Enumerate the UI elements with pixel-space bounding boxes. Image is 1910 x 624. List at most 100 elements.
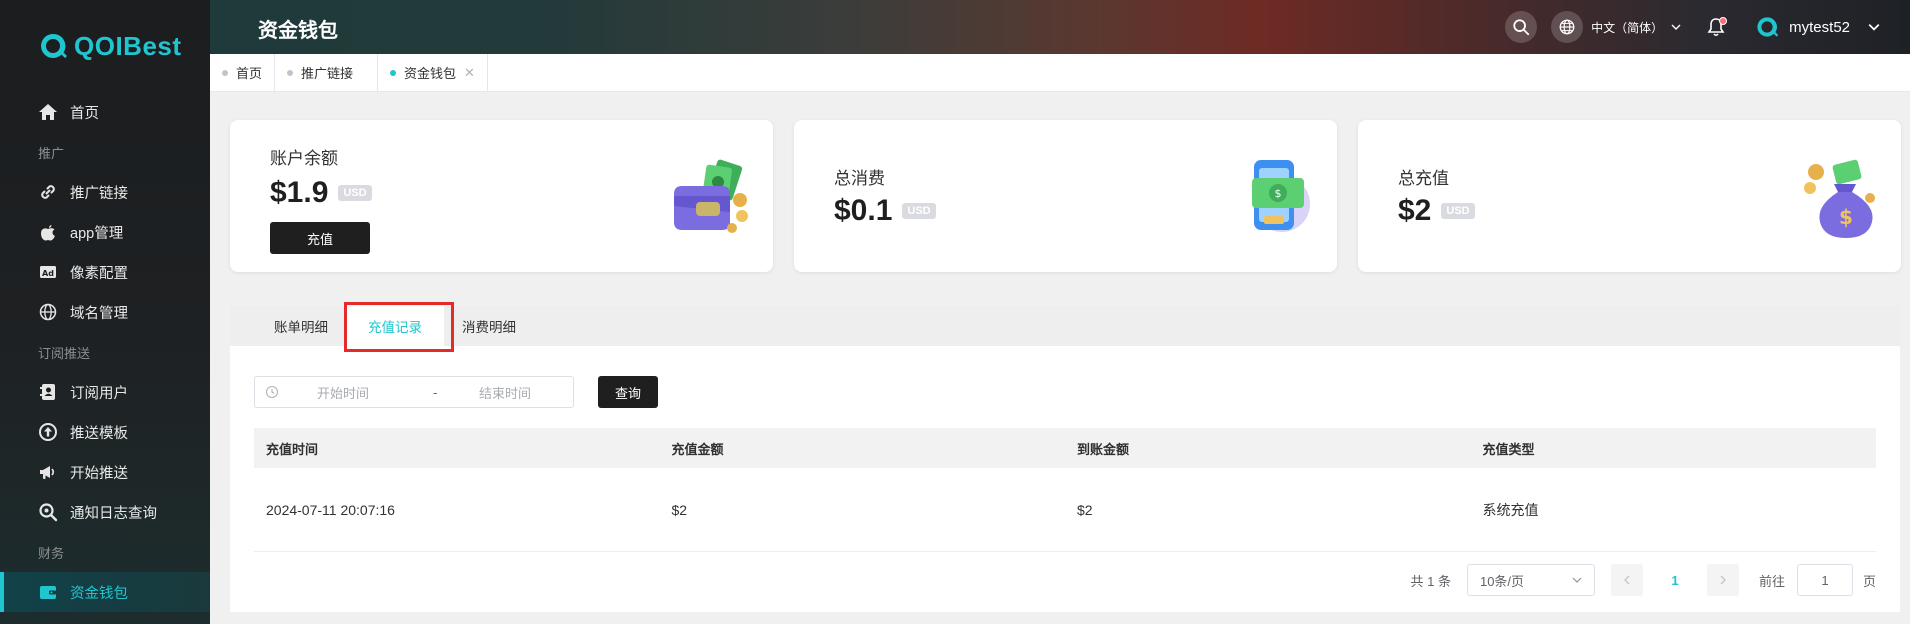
svg-text:$: $ <box>1275 187 1282 200</box>
page-tab-wallet[interactable]: 资金钱包 ✕ <box>378 54 488 91</box>
sidebar: QOIBest 首页推广推广链接 app管理 Ad 像素配置域名管理订阅推送订阅用户推… <box>0 0 210 624</box>
currency-badge: USD <box>902 203 936 219</box>
sidebar-item-label: 推送模板 <box>70 425 128 442</box>
sidebar-item-label: app管理 <box>70 225 124 242</box>
page-tabs-bar: 首页 推广链接 资金钱包 ✕ <box>210 54 1910 92</box>
recharge-total-value: $2 <box>1398 194 1432 227</box>
ad-icon: Ad <box>40 266 56 278</box>
close-icon[interactable]: ✕ <box>464 65 475 81</box>
language-selector[interactable]: 中文（简体） <box>1551 11 1681 43</box>
avatar <box>1757 17 1779 37</box>
sidebar-item-domain[interactable]: 域名管理 <box>0 292 210 332</box>
sidebar-item-label: 订阅用户 <box>70 385 128 402</box>
brand-logo[interactable]: QOIBest <box>0 0 210 92</box>
tab-recharge-records[interactable]: 充值记录 <box>346 306 444 346</box>
wallet-money-icon <box>674 159 748 233</box>
sidebar-item-wallet[interactable]: 资金钱包 <box>0 572 210 612</box>
search-icon <box>1513 19 1530 36</box>
end-date-input[interactable]: 结束时间 <box>479 383 531 402</box>
notification-button[interactable] <box>1705 16 1728 38</box>
svg-text:$: $ <box>1839 205 1853 229</box>
sidebar-item-promo-link[interactable]: 推广链接 <box>0 172 210 212</box>
page-size-select[interactable]: 10条/页 <box>1466 564 1595 596</box>
tab-consumption-details[interactable]: 消费明细 <box>444 306 534 346</box>
globe-icon <box>39 303 57 321</box>
sidebar-group-label: 订阅推送 <box>38 345 91 361</box>
spend-value: $0.1 <box>834 194 893 227</box>
upload-circle-icon <box>39 423 57 441</box>
start-date-input[interactable]: 开始时间 <box>317 383 417 402</box>
svg-text:Ad: Ad <box>42 269 54 278</box>
language-label: 中文（简体） <box>1591 20 1664 35</box>
sidebar-item-label: 资金钱包 <box>70 585 128 602</box>
user-menu[interactable]: mytest52 <box>1755 15 1880 39</box>
logo-mark-icon <box>41 33 67 58</box>
tab-dot <box>390 69 397 76</box>
next-page-button[interactable] <box>1706 564 1739 596</box>
sidebar-item-app[interactable]: app管理 <box>0 212 210 252</box>
search-button[interactable] <box>1505 11 1538 43</box>
megaphone-icon <box>40 466 55 479</box>
column-header: 充值类型 <box>1482 441 1535 457</box>
table-header: 充值时间 充值金额 到账金额 充值类型 <box>254 428 1876 468</box>
spend-value-row: $0.1 USD <box>834 194 936 228</box>
chevron-down-icon <box>1868 24 1880 31</box>
sidebar-item-template[interactable]: 推送模板 <box>0 412 210 452</box>
credited-amount-cell: $2 <box>1077 501 1093 518</box>
brand-name: QOIBest <box>74 30 182 61</box>
top-header: 资金钱包 中文（简体） mytest52 <box>210 0 1910 54</box>
prev-page-button[interactable] <box>1610 564 1643 596</box>
sidebar-item-label: 首页 <box>70 105 99 122</box>
date-separator: - <box>433 384 438 400</box>
recharge-amount-cell: $2 <box>671 501 688 518</box>
sidebar-item-label: 通知日志查询 <box>70 505 157 522</box>
records-tabs: 账单明细 充值记录 消费明细 <box>230 306 1900 346</box>
page-tab-label: 首页 <box>236 66 263 81</box>
chevron-left-icon <box>1624 575 1630 585</box>
column-header: 到账金额 <box>1077 441 1130 457</box>
sidebar-item-pixel[interactable]: Ad 像素配置 <box>0 252 210 292</box>
page-size-value: 10条/页 <box>1479 573 1525 589</box>
tab-dot <box>222 69 228 76</box>
date-range-picker[interactable]: 开始时间 - 结束时间 <box>254 376 574 408</box>
sidebar-item-subscribers[interactable]: 订阅用户 <box>0 372 210 412</box>
chevron-down-icon <box>1671 24 1681 30</box>
apple-icon <box>41 225 55 241</box>
recharge-time-cell: 2024-07-11 20:07:16 <box>266 501 395 518</box>
goto-label: 前往 <box>1758 573 1785 589</box>
chevron-down-icon <box>1572 577 1582 583</box>
sidebar-item-push[interactable]: 开始推送 <box>0 452 210 492</box>
page-tab-promo-link[interactable]: 推广链接 <box>275 54 379 91</box>
sidebar-group-label: 推广 <box>38 145 65 161</box>
total-count: 共 1 条 <box>1410 573 1451 589</box>
sidebar-item-label: 开始推送 <box>70 465 128 482</box>
contact-icon <box>40 384 55 400</box>
home-icon <box>39 104 57 120</box>
table-row: 2024-07-11 20:07:16 $2 $2 系统充值 <box>254 468 1876 552</box>
page-number-current[interactable]: 1 <box>1659 564 1691 596</box>
phone-payment-icon: $ <box>1252 160 1310 232</box>
tab-bill-details[interactable]: 账单明细 <box>256 306 346 346</box>
recharge-button[interactable]: 充值 <box>270 222 370 254</box>
balance-label: 账户余额 <box>270 149 338 168</box>
recharge-type-cell: 系统充值 <box>1482 501 1539 518</box>
wallet-icon <box>40 586 56 599</box>
page-tab-label: 推广链接 <box>301 66 354 81</box>
balance-value: $1.9 <box>270 176 329 209</box>
query-button[interactable]: 查询 <box>598 376 658 408</box>
globe-icon <box>1551 11 1584 43</box>
column-header: 充值金额 <box>671 441 724 457</box>
chevron-right-icon <box>1720 575 1726 585</box>
sidebar-item-home[interactable]: 首页 <box>0 92 210 132</box>
currency-badge: USD <box>338 185 372 201</box>
goto-page-input[interactable]: 1 <box>1796 564 1853 596</box>
sidebar-item-logs[interactable]: 通知日志查询 <box>0 492 210 532</box>
money-bag-icon: $ <box>1804 159 1875 238</box>
sidebar-group-label: 财务 <box>38 545 65 561</box>
page-tab-home[interactable]: 首页 <box>210 54 276 91</box>
recharge-records-panel: 账单明细 充值记录 消费明细 开始时间 - 结束时间 查询 充值时间 充值金额 … <box>230 302 1900 612</box>
recharge-value-row: $2 USD <box>1398 194 1475 228</box>
page-title: 资金钱包 <box>258 20 338 42</box>
spend-card: 总消费 $0.1 USD $ <box>794 120 1337 272</box>
sidebar-item-label: 域名管理 <box>70 305 128 322</box>
